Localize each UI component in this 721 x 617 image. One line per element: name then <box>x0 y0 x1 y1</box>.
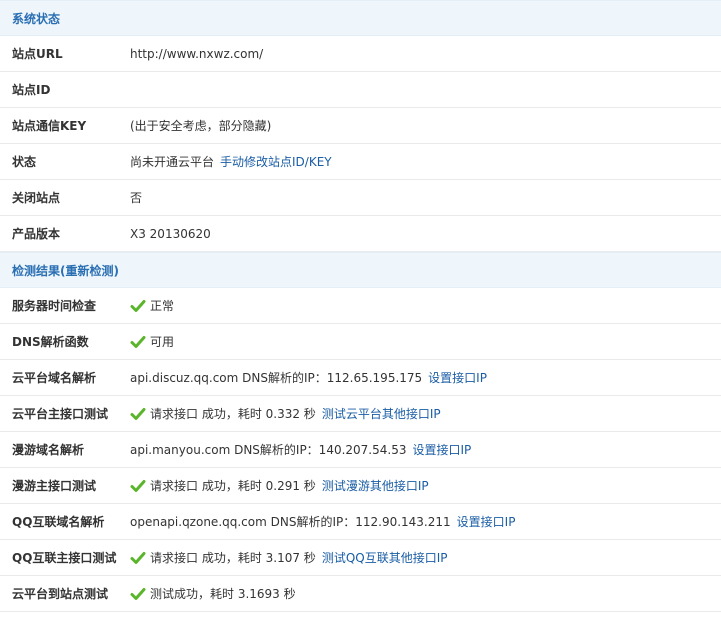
cloud-main-label: 云平台主接口测试 <box>12 407 109 421</box>
manyou-main-label: 漫游主接口测试 <box>12 479 97 493</box>
manyou-main-value: 请求接口 成功，耗时 0.291 秒 <box>150 479 316 493</box>
row-manyou-domain: 漫游域名解析 api.manyou.com DNS解析的IP：140.207.5… <box>0 432 721 468</box>
row-site-url: 站点URL http://www.nxwz.com/ <box>0 36 721 72</box>
row-site-id: 站点ID <box>0 72 721 108</box>
cloud-to-site-value: 测试成功，耗时 3.1693 秒 <box>150 587 296 601</box>
row-site-key: 站点通信KEY (出于安全考虑，部分隐藏) <box>0 108 721 144</box>
site-url-value: http://www.nxwz.com/ <box>130 46 264 61</box>
cloud-main-value: 请求接口 成功，耗时 0.332 秒 <box>150 407 316 421</box>
server-time-label: 服务器时间检查 <box>12 299 97 313</box>
dns-func-value: 可用 <box>150 335 175 349</box>
cloud-domain-label: 云平台域名解析 <box>12 371 97 385</box>
dns-func-label: DNS解析函数 <box>12 335 89 349</box>
check-icon <box>130 550 146 566</box>
status-value: 尚未开通云平台 <box>130 155 215 169</box>
version-value: X3 20130620 <box>130 226 211 241</box>
server-time-value: 正常 <box>150 299 175 313</box>
detection-header[interactable]: 检测结果(重新检测) <box>0 252 721 288</box>
row-close-site: 关闭站点 否 <box>0 180 721 216</box>
row-cloud-to-site: 云平台到站点测试 测试成功，耗时 3.1693 秒 <box>0 576 721 612</box>
manyou-set-ip-link[interactable]: 设置接口IP <box>412 441 471 458</box>
cloud-to-site-label: 云平台到站点测试 <box>12 587 109 601</box>
qq-main-label: QQ互联主接口测试 <box>12 551 117 565</box>
row-cloud-main: 云平台主接口测试 请求接口 成功，耗时 0.332 秒 测试云平台其他接口IP <box>0 396 721 432</box>
cloud-domain-value: api.discuz.qq.com DNS解析的IP：112.65.195.17… <box>130 371 423 385</box>
row-qq-main: QQ互联主接口测试 请求接口 成功，耗时 3.107 秒 测试QQ互联其他接口I… <box>0 540 721 576</box>
edit-site-id-key-link[interactable]: 手动修改站点ID/KEY <box>220 153 332 170</box>
manyou-domain-label: 漫游域名解析 <box>12 443 85 457</box>
close-site-label: 关闭站点 <box>12 191 61 205</box>
check-icon <box>130 334 146 350</box>
qq-domain-label: QQ互联域名解析 <box>12 515 105 529</box>
check-icon <box>130 586 146 602</box>
check-icon <box>130 478 146 494</box>
cloud-test-other-link[interactable]: 测试云平台其他接口IP <box>322 405 441 422</box>
site-key-value: (出于安全考虑，部分隐藏) <box>130 119 272 133</box>
qq-test-other-link[interactable]: 测试QQ互联其他接口IP <box>322 549 448 566</box>
qq-main-value: 请求接口 成功，耗时 3.107 秒 <box>150 551 316 565</box>
check-icon <box>130 298 146 314</box>
cloud-set-ip-link[interactable]: 设置接口IP <box>428 369 487 386</box>
status-label: 状态 <box>12 155 37 169</box>
detection-title[interactable]: 检测结果(重新检测) <box>12 264 119 278</box>
manyou-test-other-link[interactable]: 测试漫游其他接口IP <box>322 477 429 494</box>
close-site-value: 否 <box>130 191 143 205</box>
row-version: 产品版本 X3 20130620 <box>0 216 721 252</box>
qq-set-ip-link[interactable]: 设置接口IP <box>457 513 516 530</box>
manyou-domain-value: api.manyou.com DNS解析的IP：140.207.54.53 <box>130 443 407 457</box>
qq-domain-value: openapi.qzone.qq.com DNS解析的IP：112.90.143… <box>130 515 451 529</box>
row-dns-func: DNS解析函数 可用 <box>0 324 721 360</box>
site-key-label: 站点通信KEY <box>12 119 87 133</box>
row-server-time: 服务器时间检查 正常 <box>0 288 721 324</box>
check-icon <box>130 406 146 422</box>
cloud-platform-panel: 系统状态 站点URL http://www.nxwz.com/ 站点ID 站点通… <box>0 0 721 612</box>
site-url-label: 站点URL <box>12 47 63 61</box>
site-id-label: 站点ID <box>12 83 51 97</box>
row-qq-domain: QQ互联域名解析 openapi.qzone.qq.com DNS解析的IP：1… <box>0 504 721 540</box>
row-cloud-domain: 云平台域名解析 api.discuz.qq.com DNS解析的IP：112.6… <box>0 360 721 396</box>
system-status-title: 系统状态 <box>12 12 61 26</box>
system-status-header: 系统状态 <box>0 0 721 36</box>
row-manyou-main: 漫游主接口测试 请求接口 成功，耗时 0.291 秒 测试漫游其他接口IP <box>0 468 721 504</box>
row-status: 状态 尚未开通云平台 手动修改站点ID/KEY <box>0 144 721 180</box>
version-label: 产品版本 <box>12 227 61 241</box>
